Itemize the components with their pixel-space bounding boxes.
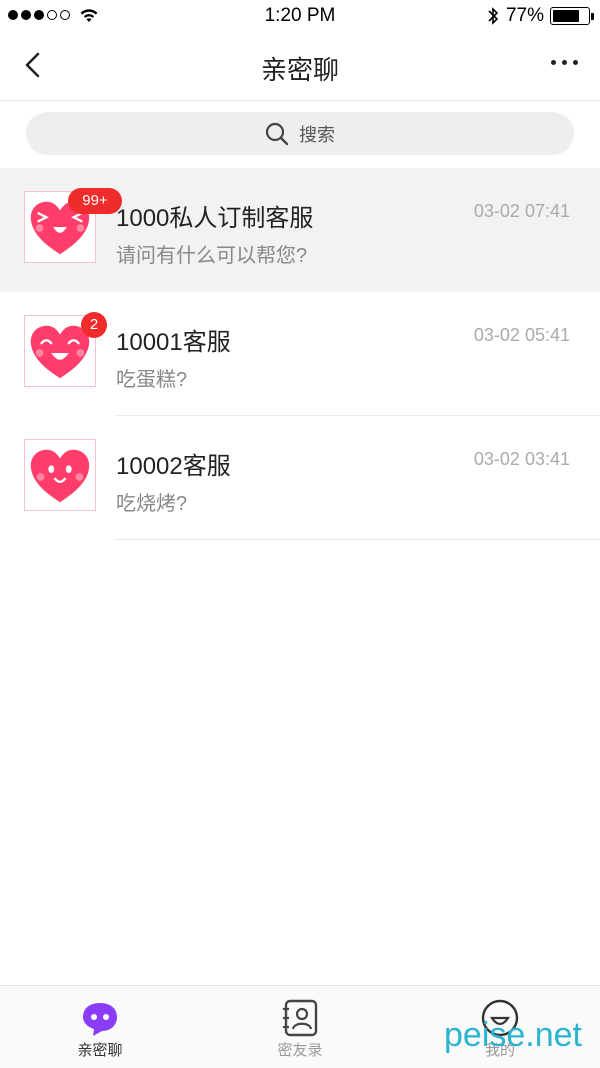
chat-time: 03-02 05:41 bbox=[473, 325, 570, 345]
status-bar: 1:20 PM 77% bbox=[0, 0, 600, 30]
battery-icon bbox=[550, 7, 594, 25]
watermark: peise.net bbox=[444, 1016, 582, 1054]
tab-label: 密友录 bbox=[277, 1042, 323, 1059]
chat-bubble-icon bbox=[83, 1003, 117, 1036]
chat-last-message: 吃蛋糕? bbox=[116, 369, 188, 391]
divider bbox=[115, 539, 600, 540]
chat-time: 03-02 07:41 bbox=[473, 201, 570, 221]
chat-name: 10002客服 bbox=[116, 453, 231, 480]
chat-name: 1000私人订制客服 bbox=[116, 205, 314, 232]
search-area: 搜索 bbox=[0, 101, 600, 167]
tab-label: 亲密聊 bbox=[77, 1042, 123, 1059]
search-placeholder: 搜索 bbox=[299, 124, 335, 145]
unread-badge: 2 bbox=[81, 312, 107, 338]
tab-contacts[interactable]: 密友录 bbox=[200, 986, 400, 1068]
tab-chat[interactable]: 亲密聊 bbox=[0, 986, 200, 1068]
search-icon bbox=[265, 122, 289, 145]
chat-last-message: 请问有什么可以帮您? bbox=[116, 245, 308, 267]
chat-item[interactable]: 10001客服 吃蛋糕? 03-02 05:41 bbox=[0, 292, 600, 416]
chat-time: 03-02 03:41 bbox=[473, 449, 570, 469]
more-options-button[interactable] bbox=[551, 60, 578, 65]
chat-list: 99+ 1000私人订制客服 请问有什么可以帮您? 03-02 07:41 10… bbox=[0, 168, 600, 540]
search-input[interactable]: 搜索 bbox=[26, 112, 574, 155]
chat-name: 10001客服 bbox=[116, 329, 231, 356]
chat-item[interactable]: 10002客服 吃烧烤? 03-02 03:41 bbox=[0, 416, 600, 540]
unread-badge: 99+ bbox=[68, 188, 122, 214]
heart-avatar-icon bbox=[24, 439, 96, 511]
battery-percent: 77% bbox=[505, 5, 544, 26]
navigation-bar: 亲密聊 bbox=[0, 30, 600, 101]
chat-item[interactable]: 99+ 1000私人订制客服 请问有什么可以帮您? 03-02 07:41 bbox=[0, 168, 600, 292]
contacts-icon bbox=[283, 999, 318, 1037]
page-title: 亲密聊 bbox=[260, 55, 339, 85]
chat-last-message: 吃烧烤? bbox=[116, 493, 188, 515]
bluetooth-icon bbox=[488, 7, 499, 25]
